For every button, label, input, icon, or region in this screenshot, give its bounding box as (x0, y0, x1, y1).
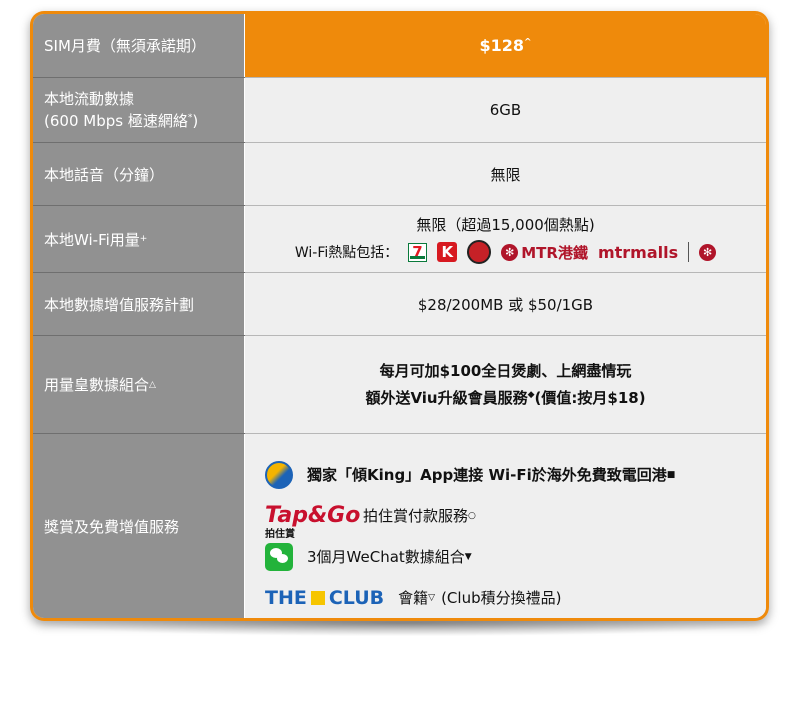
row-label: 本地話音（分鐘） (33, 143, 245, 205)
perk-wechat: 3個月WeChat數據組合 ▼ (265, 536, 472, 577)
king-ball-icon (265, 460, 293, 489)
perk-tapgo: Tap&Go 拍住賞 拍住賞付款服務 ○ (265, 503, 476, 540)
mtr-logo: ✻ MTR港鐵 (501, 242, 588, 263)
row-value: $28/200MB 或 $50/1GB (245, 273, 766, 335)
pacific-coffee-logo (467, 240, 492, 264)
row-label: 獎賞及免費增值服務 (33, 434, 245, 618)
wechat-icon (265, 542, 293, 571)
mtrmalls-logo: mtrmalls (597, 242, 679, 262)
circle-k-logo: K (437, 242, 458, 262)
row-label: 本地Wi-Fi用量 + (33, 206, 245, 272)
perk-king-app: 獨家「傾King」App連接 Wi-Fi於海外免費致電回港 ■ (265, 454, 675, 495)
tapgo-logo: Tap&Go 拍住賞 (265, 503, 361, 540)
wifi-brand-list: Wi-Fi熱點包括： 7 K ✻ MTR港鐵 mtrmalls ✻ (295, 240, 717, 264)
row-label: SIM月費（無須承諾期） (33, 14, 245, 77)
row-label: 用量皇數據組合 △ (33, 336, 245, 433)
row-label: 本地數據增值服務計劃 (33, 273, 245, 335)
row-mobile-data: 本地流動數據 (600 Mbps 極速網絡*) 6GB (33, 78, 766, 142)
row-voice: 本地話音（分鐘） 無限 (33, 143, 766, 205)
row-monthly-fee: SIM月費（無須承諾期） $128^ (33, 14, 766, 77)
row-label: 本地流動數據 (600 Mbps 極速網絡*) (33, 78, 245, 142)
row-addon-plans: 本地數據增值服務計劃 $28/200MB 或 $50/1GB (33, 273, 766, 335)
mtr-symbol-icon: ✻ (699, 243, 717, 261)
plan-card: SIM月費（無須承諾期） $128^ 本地流動數據 (600 Mbps 極速網絡*… (30, 11, 769, 621)
row-wifi: 本地Wi-Fi用量 + 無限（超過15,000個熱點) Wi-Fi熱點包括： 7 … (33, 206, 766, 272)
row-value: $128^ (245, 14, 766, 77)
row-value: 無限（超過15,000個熱點) Wi-Fi熱點包括： 7 K ✻ MTR港鐵 mt… (245, 206, 766, 272)
perk-the-club: THE CLUB 會籍 ▽ (Club積分換禮品) (265, 586, 562, 609)
seven-eleven-logo: 7 (408, 242, 428, 262)
divider (688, 242, 690, 262)
perks-list: 獨家「傾King」App連接 Wi-Fi於海外免費致電回港 ■ Tap&Go 拍住賞… (245, 434, 766, 618)
row-value: 6GB (245, 78, 766, 142)
row-value: 無限 (245, 143, 766, 205)
row-data-bundle: 用量皇數據組合 △ 每月可加$100全日煲劇、上網盡情玩 額外送Viu升級會員服務… (33, 336, 766, 433)
the-club-logo: THE CLUB (265, 586, 385, 609)
plan-table: SIM月費（無須承諾期） $128^ 本地流動數據 (600 Mbps 極速網絡*… (33, 14, 766, 618)
row-value: 每月可加$100全日煲劇、上網盡情玩 額外送Viu升級會員服務◆(價值:按月$1… (245, 336, 766, 433)
row-rewards: 獎賞及免費增值服務 獨家「傾King」App連接 Wi-Fi於海外免費致電回港 ■… (33, 434, 766, 618)
